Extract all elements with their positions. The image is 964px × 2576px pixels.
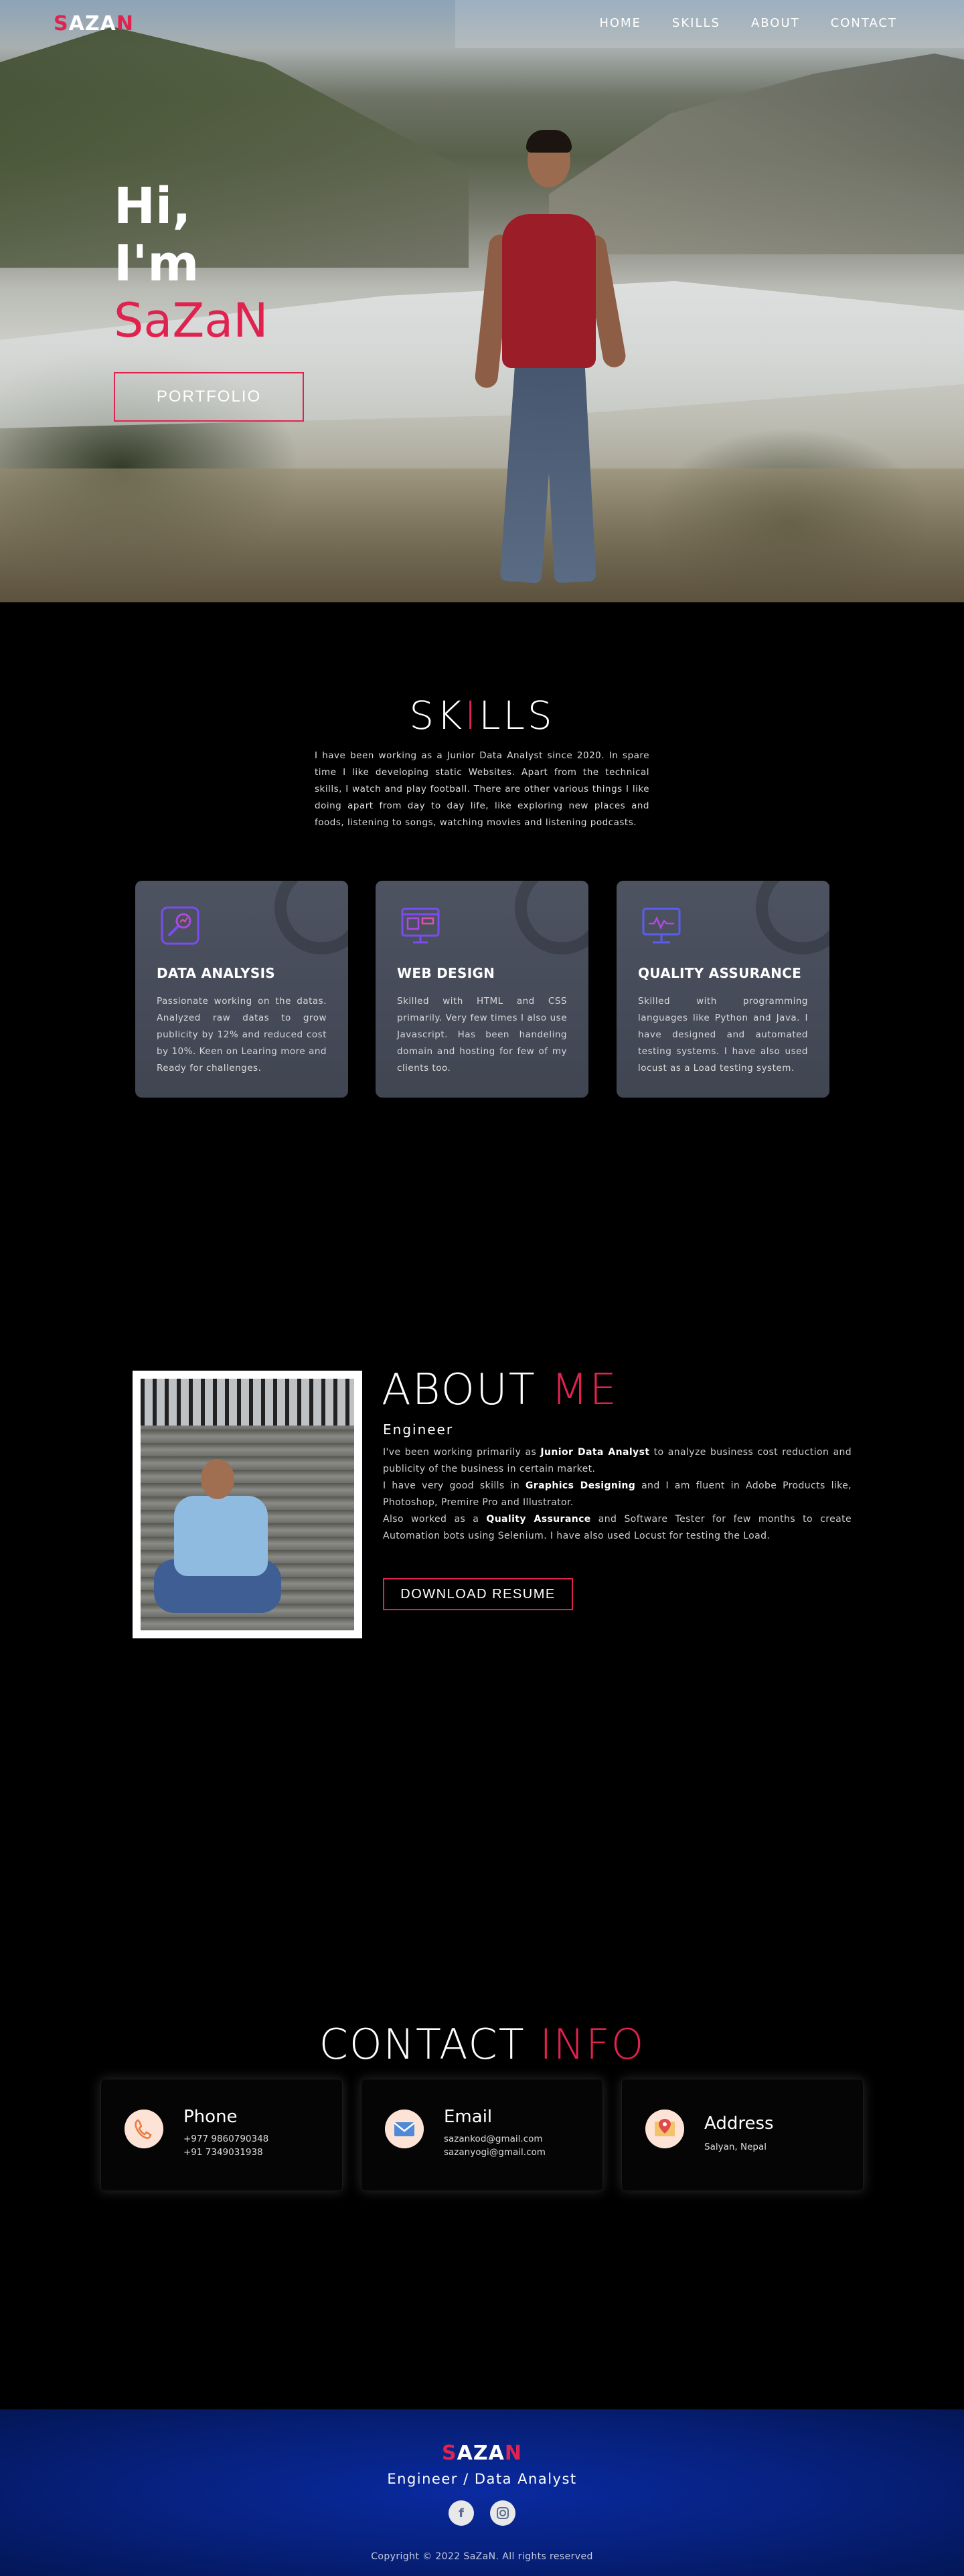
contact-title-part: CONTACT <box>319 2020 540 2069</box>
about-text-span: I've been working primarily as <box>383 1447 541 1458</box>
contact-phone-2[interactable]: +91 7349031938 <box>183 2147 263 2158</box>
about-title: ABOUT ME <box>382 1365 618 1415</box>
skills-title-part: SK <box>409 693 465 738</box>
logo-letter: S <box>54 12 69 35</box>
about-paragraph: I have very good skills in Graphics Desi… <box>383 1478 852 1511</box>
about-subtitle: Engineer <box>383 1422 454 1438</box>
facebook-icon[interactable]: f <box>449 2500 474 2526</box>
person-torso <box>502 214 596 368</box>
contact-email-1[interactable]: sazankod@gmail.com <box>444 2134 543 2144</box>
footer-logo[interactable]: SAZAN <box>0 2441 964 2465</box>
card-title: QUALITY ASSURANCE <box>638 965 802 981</box>
card-decoration <box>756 881 829 954</box>
contact-title-accent: INFO <box>540 2020 645 2069</box>
quality-assurance-icon <box>642 908 681 944</box>
hero-hi: Hi, <box>114 177 191 235</box>
card-text: Passionate working on the datas. Analyze… <box>157 996 327 1074</box>
logo-letter: S <box>442 2441 457 2465</box>
logo-letters: AZA <box>457 2441 505 2465</box>
card-text: Skilled with HTML and CSS primarily. Ver… <box>397 996 567 1074</box>
photo-railing <box>141 1379 354 1426</box>
footer-tagline: Engineer / Data Analyst <box>387 2471 577 2487</box>
hero-im: I'm <box>114 235 199 292</box>
contact-card-address[interactable]: Address Salyan, Nepal <box>621 2079 864 2191</box>
logo-letter: N <box>504 2441 522 2465</box>
contact-card-email[interactable]: Email sazankod@gmail.com sazanyogi@gmail… <box>361 2079 603 2191</box>
skill-card-quality-assurance[interactable]: QUALITY ASSURANCE Skilled with programmi… <box>617 881 829 1098</box>
hero-person-photo <box>455 130 629 602</box>
skills-description: I have been working as a Junior Data Ana… <box>315 750 649 828</box>
nav-contact[interactable]: CONTACT <box>831 16 897 30</box>
mail-icon <box>385 2110 424 2148</box>
about-paragraph: Also worked as a Quality Assurance and S… <box>383 1511 852 1545</box>
person-hair <box>526 130 572 153</box>
hero-greeting: Hi, I'm SaZaN <box>114 177 268 349</box>
about-photo-image <box>141 1379 354 1630</box>
skill-card-data-analysis[interactable]: DATA ANALYSIS Passionate working on the … <box>135 881 348 1098</box>
contact-label: Address <box>704 2114 774 2134</box>
footer: SAZAN Engineer / Data Analyst f Copyrigh… <box>0 2409 964 2576</box>
about-highlight: Graphics Designing <box>525 1480 636 1491</box>
skills-title: SKILLS <box>0 693 964 738</box>
card-title: DATA ANALYSIS <box>157 965 276 981</box>
copyright: Copyright © 2022 SaZaN. All rights reser… <box>371 2551 593 2562</box>
top-navbar: SAZAN HOME SKILLS ABOUT CONTACT <box>0 0 964 48</box>
nav-home[interactable]: HOME <box>599 16 641 30</box>
contact-address: Salyan, Nepal <box>704 2142 767 2152</box>
phone-icon <box>125 2110 163 2148</box>
card-title: WEB DESIGN <box>397 965 495 981</box>
nav-about[interactable]: ABOUT <box>751 16 800 30</box>
photo-person-body <box>174 1496 268 1576</box>
person-leg <box>543 360 596 584</box>
data-analysis-icon <box>161 906 199 945</box>
about-text-span: Also worked as a <box>383 1514 487 1525</box>
site-logo[interactable]: SAZAN <box>54 12 134 35</box>
hero-section: SAZAN HOME SKILLS ABOUT CONTACT Hi, I'm … <box>0 0 964 602</box>
card-decoration <box>274 881 348 954</box>
social-links: f <box>449 2500 515 2526</box>
card-text: Skilled with programming languages like … <box>638 996 808 1074</box>
web-design-icon <box>401 908 440 944</box>
about-highlight: Junior Data Analyst <box>540 1447 650 1458</box>
skills-title-part: LLS <box>479 693 555 738</box>
skill-card-web-design[interactable]: WEB DESIGN Skilled with HTML and CSS pri… <box>376 881 588 1098</box>
contact-email-2[interactable]: sazanyogi@gmail.com <box>444 2147 546 2158</box>
nav-links: HOME SKILLS ABOUT CONTACT <box>599 16 897 30</box>
logo-letters: AZA <box>68 12 116 35</box>
logo-letter: N <box>116 12 134 35</box>
download-resume-button[interactable]: DOWNLOAD RESUME <box>383 1578 573 1610</box>
instagram-glyph <box>497 2507 509 2519</box>
photo-person-head <box>201 1459 234 1499</box>
about-title-accent: ME <box>551 1365 618 1415</box>
contact-phone-1[interactable]: +977 9860790348 <box>183 2134 268 2144</box>
about-photo <box>133 1371 362 1638</box>
about-text-span: I have very good skills in <box>383 1480 526 1491</box>
nav-skills[interactable]: SKILLS <box>672 16 720 30</box>
about-paragraph: I've been working primarily as Junior Da… <box>383 1444 852 1478</box>
contact-label: Phone <box>183 2107 238 2127</box>
skills-title-accent: I <box>465 693 479 738</box>
about-text: I've been working primarily as Junior Da… <box>383 1444 852 1545</box>
contact-card-phone[interactable]: Phone +977 9860790348 +91 7349031938 <box>100 2079 343 2191</box>
hero-name: SaZaN <box>114 293 268 348</box>
instagram-icon[interactable] <box>490 2500 515 2526</box>
card-decoration <box>515 881 588 954</box>
map-icon <box>645 2110 684 2148</box>
contact-title: CONTACT INFO <box>0 2020 964 2069</box>
about-highlight: Quality Assurance <box>486 1514 591 1525</box>
about-title-part: ABOUT <box>382 1365 552 1415</box>
portfolio-button[interactable]: PORTFOLIO <box>114 372 304 422</box>
contact-label: Email <box>444 2107 493 2127</box>
